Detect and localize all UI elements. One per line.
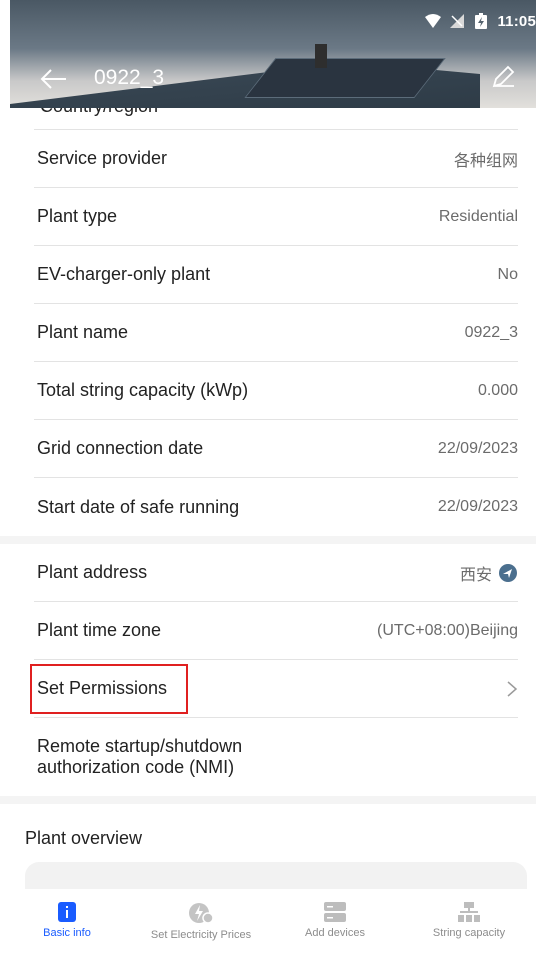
electricity-price-icon [189,903,214,924]
row-label: Country/region [40,108,158,117]
basic-info-list: Country/region Service provider 各种组网 Pla… [0,108,536,849]
row-plant-address[interactable]: Plant address 西安 [34,544,518,602]
row-value: 22/09/2023 [437,498,518,515]
header-banner: 11:05 0922_3 [10,0,536,108]
row-set-permissions[interactable]: Set Permissions [34,660,518,718]
row-value: 各种组网 [453,152,518,170]
row-remote-authorization-code[interactable]: Remote startup/shutdown authorization co… [34,718,518,796]
row-plant-type: Plant type Residential [34,188,518,246]
row-plant-name: Plant name 0922_3 [34,304,518,362]
edit-button[interactable] [488,62,518,92]
plant-overview-heading: Plant overview [25,828,143,848]
tab-label: Set Electricity Prices [150,929,252,941]
row-value: 西安 [460,561,518,585]
row-plant-time-zone[interactable]: Plant time zone (UTC+08:00)Beijing [34,602,518,660]
row-label: Plant time zone [37,620,162,640]
back-arrow-icon [40,69,66,89]
row-value: 22/09/2023 [437,439,518,457]
row-total-string-capacity: Total string capacity (kWp) 0.000 [34,362,518,420]
row-value: Residential [438,207,518,225]
page-title: 0922_3 [94,66,165,89]
back-button[interactable] [38,66,70,92]
status-bar: 11:05 [425,10,536,32]
address-value: 西安 [459,566,492,584]
tab-set-electricity-prices[interactable]: Set Electricity Prices [136,901,266,941]
row-label: Plant type [37,206,118,226]
pencil-icon [492,65,515,88]
status-time: 11:05 [497,12,536,30]
row-grid-connection-date: Grid connection date 22/09/2023 [34,420,518,478]
row-label: Service provider [37,148,168,168]
row-label: Start date of safe running [37,496,240,517]
battery-charging-icon [473,13,489,29]
row-label: Total string capacity (kWp) [37,380,249,400]
tab-add-devices[interactable]: Add devices [270,901,400,939]
row-label: EV-charger-only plant [37,264,211,284]
no-signal-icon [449,13,465,29]
row-label: Set Permissions [37,678,168,698]
devices-icon [324,902,346,922]
row-value [506,680,518,698]
row-country-region: Country/region [34,108,518,130]
chevron-right-icon [507,680,518,697]
row-value: 0922_3 [464,323,518,341]
row-value: (UTC+08:00)Beijing [377,621,518,639]
tab-basic-info[interactable]: Basic info [2,901,132,939]
info-icon [58,902,76,922]
bottom-nav: Basic info Set Electricity Prices Add de… [0,889,536,956]
tab-label: Basic info [43,927,91,939]
tab-label: Add devices [305,927,365,939]
location-icon[interactable] [498,563,518,583]
section-divider [0,536,536,544]
wifi-icon [425,13,442,29]
chimney-image [315,44,327,68]
row-label: Grid connection date [37,438,204,458]
row-label-line2: authorization code (NMI) [37,757,235,777]
row-value: 0.000 [477,381,518,399]
row-ev-charger-only: EV-charger-only plant No [34,246,518,304]
tab-label: String capacity [432,927,506,939]
row-label: Plant address [37,562,148,582]
row-label: Plant name [37,322,129,342]
string-capacity-icon [458,902,480,922]
row-safe-running-date: Start date of safe running 22/09/2023 [34,478,518,536]
solar-panel-image [244,58,446,98]
row-service-provider: Service provider 各种组网 [34,130,518,188]
row-label: Remote startup/shutdown authorization co… [37,736,242,778]
row-value: No [497,265,518,283]
section-divider [0,796,536,804]
row-label-line1: Remote startup/shutdown [37,736,243,756]
tab-string-capacity[interactable]: String capacity [404,901,534,939]
